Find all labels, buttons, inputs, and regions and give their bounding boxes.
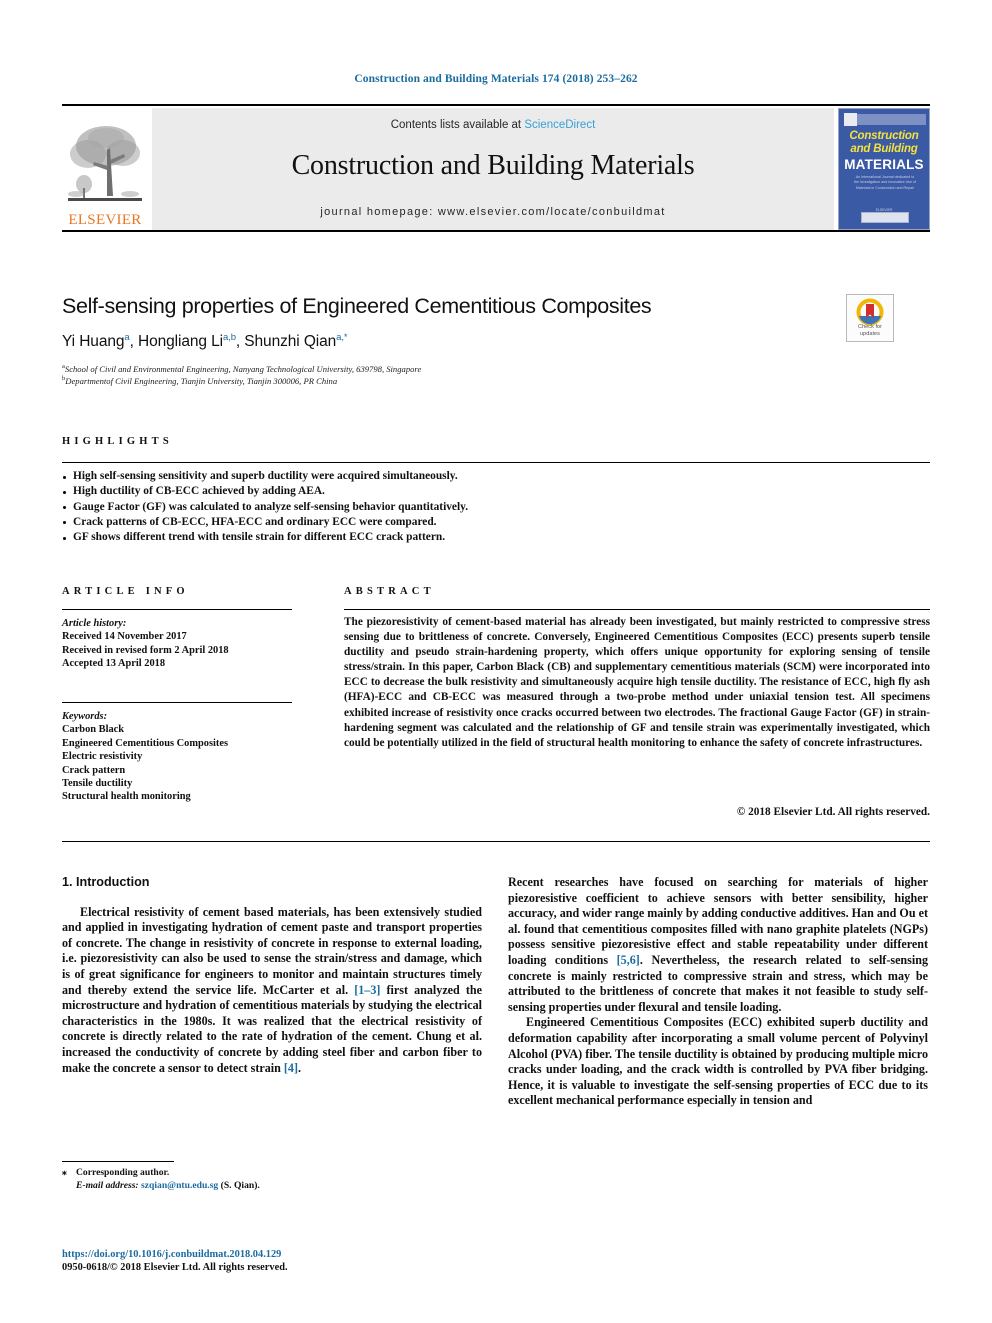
- crossmark-badge[interactable]: Check for updates: [846, 294, 894, 342]
- paragraph-intro-right-1: Recent researches have focused on search…: [508, 875, 928, 1015]
- paragraph-intro-left: Electrical resistivity of cement based m…: [62, 905, 482, 1077]
- elsevier-tree-icon: [68, 126, 142, 201]
- highlight-item: Gauge Factor (GF) was calculated to anal…: [62, 500, 930, 515]
- contents-available-line: Contents lists available at ScienceDirec…: [152, 119, 834, 131]
- copyright-line: © 2018 Elsevier Ltd. All rights reserved…: [736, 806, 930, 818]
- keywords-block: Keywords: Carbon Black Engineered Cementi…: [62, 710, 312, 804]
- cover-publisher-mark: [844, 113, 857, 126]
- info-line: Carbon Black: [62, 724, 125, 736]
- abstract-bottom-divider: [62, 841, 930, 842]
- info-line: Received 14 November 2017: [62, 631, 187, 643]
- citation-4[interactable]: [4]: [284, 1061, 298, 1075]
- intro-left-part-c: .: [298, 1060, 302, 1075]
- cover-title-line-1: Construction: [849, 130, 919, 142]
- highlight-item: High ductility of CB-ECC achieved by add…: [62, 484, 930, 499]
- keywords-divider: [62, 702, 292, 703]
- cover-title-line-2: and Building: [850, 143, 918, 155]
- body-column-left: 1. Introduction Electrical resistivity o…: [62, 875, 482, 1076]
- keywords-label: Keywords:: [62, 711, 108, 722]
- abstract-label: ABSTRACT: [344, 586, 435, 597]
- corresponding-author-marker: ⁎: [62, 1167, 67, 1178]
- doi-link[interactable]: https://doi.org/10.1016/j.conbuildmat.20…: [62, 1249, 281, 1260]
- elsevier-wordmark: ELSEVIER: [68, 212, 142, 228]
- contents-prefix: Contents lists available at: [390, 119, 525, 131]
- article-history-lines: Received 14 November 2017 Received in rev…: [62, 630, 312, 670]
- journal-title: Construction and Building Materials: [291, 150, 695, 181]
- email-label: E-mail address:: [76, 1180, 139, 1191]
- journal-band: Contents lists available at ScienceDirec…: [152, 108, 834, 230]
- corresponding-author-line: ⁎ Corresponding author.: [62, 1166, 482, 1179]
- footnote-divider: [62, 1161, 174, 1162]
- elsevier-logo: ELSEVIER: [62, 108, 148, 230]
- article-info-divider: [62, 609, 292, 610]
- cover-blurb: An International Journal dedicated to th…: [854, 175, 916, 190]
- journal-cover-thumbnail[interactable]: Construction and Building MATERIALS An I…: [838, 108, 930, 230]
- cover-title-line-3: MATERIALS: [844, 157, 924, 172]
- crossmark-line-1: Check for: [858, 324, 882, 330]
- sciencedirect-link[interactable]: ScienceDirect: [524, 119, 595, 131]
- info-line: Electric resistivity: [62, 751, 143, 763]
- article-info-label: ARTICLE INFO: [62, 586, 189, 597]
- issn-copyright-line: 0950-0618/© 2018 Elsevier Ltd. All right…: [62, 1262, 288, 1273]
- running-head: Construction and Building Materials 174 …: [354, 73, 638, 85]
- article-history-label: Article history:: [62, 618, 127, 629]
- journal-masthead: ELSEVIER Contents lists available at Sci…: [62, 104, 930, 232]
- page-title: Self-sensing properties of Engineered Ce…: [62, 294, 652, 318]
- section-heading-introduction: 1. Introduction: [62, 875, 150, 889]
- info-line: Accepted 13 April 2018: [62, 658, 166, 670]
- corresponding-author-label: Corresponding author.: [76, 1167, 170, 1178]
- highlights-list: High self-sensing sensitivity and superb…: [62, 469, 930, 545]
- highlight-item: GF shows different trend with tensile st…: [62, 530, 930, 545]
- highlight-item: High self-sensing sensitivity and superb…: [62, 469, 930, 484]
- email-address-link[interactable]: szqian@ntu.edu.sg: [141, 1180, 218, 1191]
- info-line: Engineered Cementitious Composites: [62, 737, 229, 749]
- crossmark-line-2: updates: [860, 330, 880, 337]
- info-line: Tensile ductility: [62, 778, 133, 790]
- info-line: Received in revised form 2 April 2018: [62, 644, 229, 656]
- affiliation-b-text: Departmentof Civil Engineering, Tianjin …: [65, 375, 338, 386]
- email-owner: (S. Qian).: [220, 1180, 260, 1191]
- article-history-block: Article history: Received 14 November 20…: [62, 617, 312, 671]
- highlight-item: Crack patterns of CB-ECC, HFA-ECC and or…: [62, 515, 930, 530]
- affiliation-b: bDepartmentof Civil Engineering, Tianjin…: [62, 375, 338, 386]
- citation-5-6[interactable]: [5,6]: [617, 953, 640, 967]
- paragraph-intro-right-2: Engineered Cementitious Composites (ECC)…: [508, 1015, 928, 1108]
- abstract-divider: [344, 609, 930, 610]
- highlights-label: HIGHLIGHTS: [62, 436, 173, 447]
- paper-page: Construction and Building Materials 174 …: [0, 0, 992, 1323]
- abstract-text: The piezoresistivity of cement-based mat…: [344, 616, 930, 749]
- cover-footer-box: [861, 212, 909, 223]
- email-line: E-mail address: szqian@ntu.edu.sg (S. Qi…: [62, 1179, 482, 1192]
- keywords-lines: Carbon Black Engineered Cementitious Comp…: [62, 723, 312, 803]
- crossmark-label: Check for updates: [847, 324, 893, 337]
- author-list: Yi Huanga, Hongliang Lia,b, Shunzhi Qian…: [62, 332, 348, 351]
- citation-1-3[interactable]: [1–3]: [354, 983, 380, 997]
- body-column-right: Recent researches have focused on search…: [508, 875, 928, 1109]
- info-line: Structural health monitoring: [62, 791, 191, 803]
- highlights-divider: [62, 462, 930, 463]
- journal-homepage-link[interactable]: journal homepage: www.elsevier.com/locat…: [152, 206, 834, 218]
- footnote-block: ⁎ Corresponding author. E-mail address: s…: [62, 1166, 482, 1192]
- info-line: Crack pattern: [62, 764, 126, 776]
